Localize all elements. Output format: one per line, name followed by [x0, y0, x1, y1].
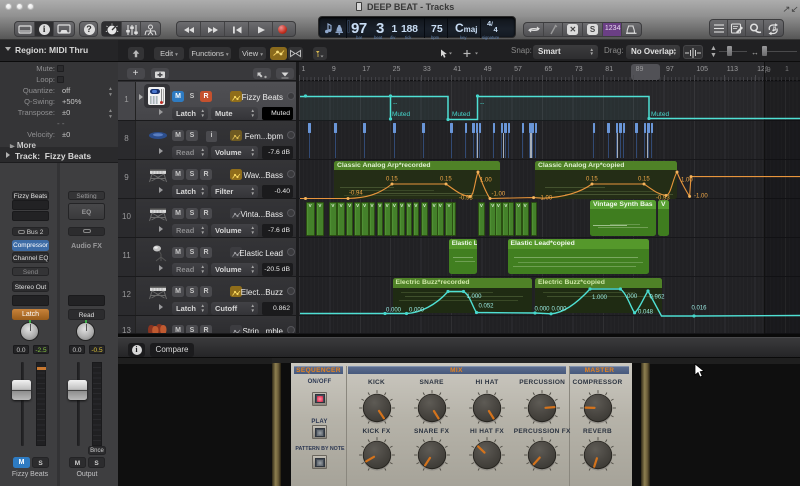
svg-text:0.016: 0.016 — [692, 306, 708, 312]
svg-text:0.000: 0.000 — [535, 307, 551, 313]
svg-text:-1.00: -1.00 — [539, 196, 553, 202]
svg-text:0.962: 0.962 — [650, 295, 666, 301]
svg-text:-0.93: -0.93 — [459, 196, 473, 202]
svg-text:-1.00: -1.00 — [694, 194, 708, 200]
svg-text:Muted: Muted — [452, 111, 470, 118]
svg-text:0.000: 0.000 — [386, 308, 402, 314]
svg-text:0.048: 0.048 — [638, 310, 654, 316]
svg-text:0.15: 0.15 — [586, 177, 598, 183]
svg-text:-0.94: -0.94 — [349, 191, 363, 197]
svg-text:1.00: 1.00 — [480, 178, 492, 184]
svg-text:-1.00: -1.00 — [492, 192, 506, 198]
svg-text:-0.93: -0.93 — [656, 196, 670, 202]
svg-text:.000: .000 — [626, 294, 638, 300]
svg-text:0.000: 0.000 — [552, 307, 568, 313]
svg-text:1.000: 1.000 — [592, 295, 608, 301]
svg-text:--: -- — [480, 100, 484, 107]
svg-text:1.000: 1.000 — [467, 294, 483, 300]
svg-text:--: -- — [393, 100, 397, 107]
svg-text:Muted: Muted — [651, 111, 669, 118]
svg-text:0.052: 0.052 — [479, 304, 495, 310]
svg-text:0.000: 0.000 — [409, 308, 425, 314]
svg-text:0.15: 0.15 — [638, 177, 650, 183]
svg-text:Muted: Muted — [392, 111, 410, 118]
svg-text:0.15: 0.15 — [386, 177, 398, 183]
svg-text:0.15: 0.15 — [440, 177, 452, 183]
svg-text:1.00: 1.00 — [681, 178, 693, 184]
